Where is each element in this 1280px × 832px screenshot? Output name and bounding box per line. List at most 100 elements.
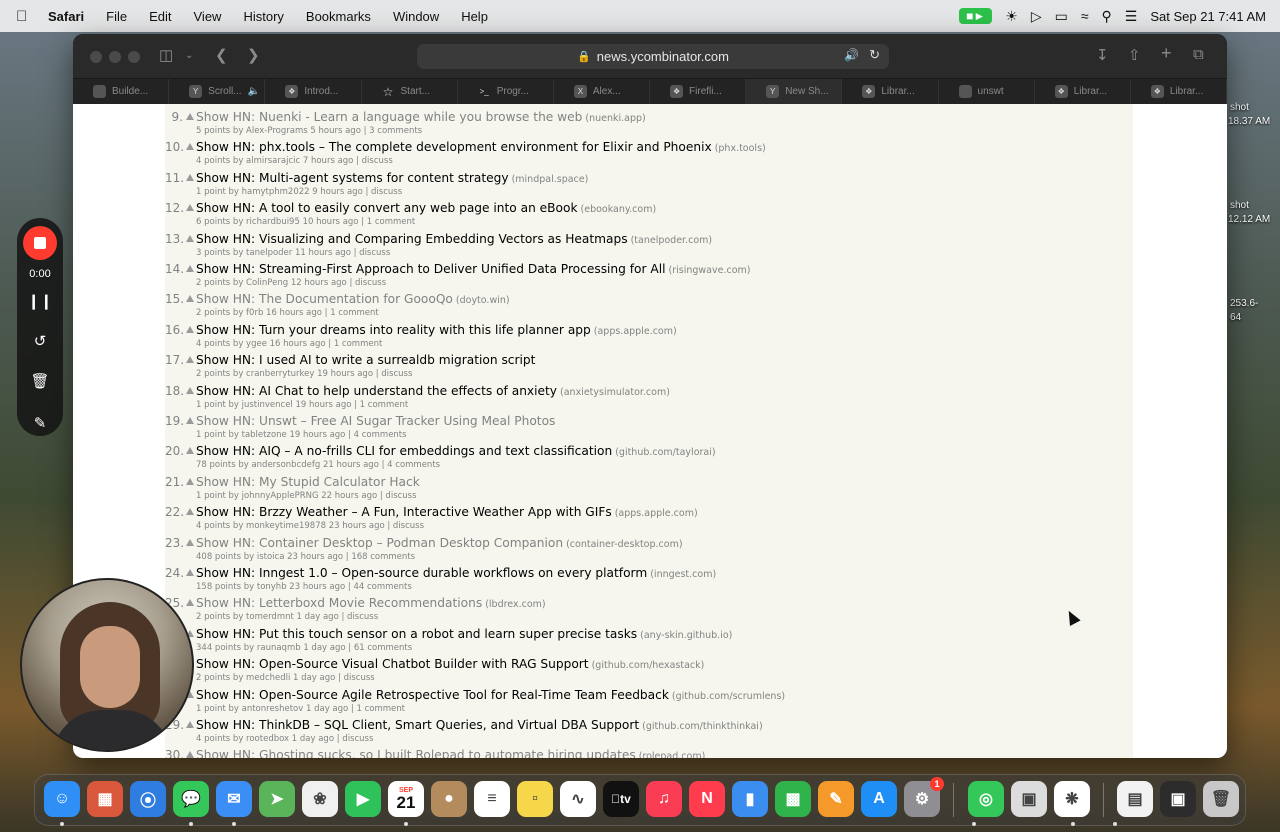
story-title-text[interactable]: Show HN: Visualizing and Comparing Embed… <box>196 232 628 246</box>
story-title-text[interactable]: Show HN: Turn your dreams into reality w… <box>196 323 591 337</box>
story-title[interactable]: Show HN: Visualizing and Comparing Embed… <box>196 232 712 246</box>
pen-icon[interactable]: ✎ <box>17 414 63 432</box>
pages-icon[interactable]: ✎ <box>818 781 854 817</box>
story-title[interactable]: Show HN: Container Desktop – Podman Desk… <box>196 536 683 550</box>
upvote-arrow-icon[interactable] <box>186 569 194 576</box>
news-icon[interactable]: N <box>689 781 725 817</box>
battery-icon[interactable]: ▭ <box>1055 8 1068 25</box>
wifi-icon[interactable]: ≈ <box>1081 8 1089 24</box>
upvote-arrow-icon[interactable] <box>186 173 194 181</box>
zoom-window-button[interactable] <box>128 51 140 63</box>
app-store-icon[interactable]: A <box>861 781 897 817</box>
browser-tab[interactable]: ☆ Start... <box>362 79 458 104</box>
story-subtext[interactable]: 4 points by rootedbox 1 day ago | discus… <box>196 734 373 744</box>
story-subtext[interactable]: 1 point by antonreshetov 1 day ago | 1 c… <box>196 704 405 714</box>
launchpad-icon[interactable]: ▦ <box>87 781 123 817</box>
story-title-text[interactable]: Show HN: Inngest 1.0 – Open-source durab… <box>196 566 647 580</box>
sidebar-icon[interactable]: ◫ <box>159 46 173 64</box>
upvote-arrow-icon[interactable] <box>186 356 194 364</box>
brightness-icon[interactable]: ☀ <box>1005 8 1018 25</box>
restart-icon[interactable]: ↺ <box>17 332 63 350</box>
story-title[interactable]: Show HN: AI Chat to help understand the … <box>196 384 670 398</box>
story-site[interactable]: (apps.apple.com) <box>615 508 698 519</box>
story-title-text[interactable]: Show HN: AI Chat to help understand the … <box>196 384 557 398</box>
story-title-text[interactable]: Show HN: Ghosting sucks, so I built Role… <box>196 748 636 758</box>
preview-icon[interactable]: ▣ <box>1011 781 1047 817</box>
browser-tab[interactable]: X Alex... <box>554 79 651 104</box>
story-title[interactable]: Show HN: A tool to easily convert any we… <box>196 201 656 215</box>
story-title-text[interactable]: Show HN: My Stupid Calculator Hack <box>196 475 420 489</box>
story-title[interactable]: Show HN: Letterboxd Movie Recommendation… <box>196 596 546 610</box>
story-title[interactable]: Show HN: Unswt – Free AI Sugar Tracker U… <box>196 414 555 428</box>
document-icon[interactable]: ▤ <box>1117 781 1153 817</box>
story-site[interactable]: (ebookany.com) <box>581 204 657 215</box>
safari-icon[interactable]: ⦿ <box>130 781 166 817</box>
facetime-icon[interactable]: ▶ <box>345 781 381 817</box>
photos-icon[interactable]: ❀ <box>302 781 338 817</box>
finder-icon[interactable]: ☺ <box>44 781 80 817</box>
story-title-text[interactable]: Show HN: Unswt – Free AI Sugar Tracker U… <box>196 414 555 428</box>
trash-icon[interactable]: 🗑 <box>17 372 63 390</box>
upvote-arrow-icon[interactable] <box>186 113 194 120</box>
stop-recording-button[interactable] <box>23 226 57 260</box>
share-icon[interactable]: ⇧ <box>1128 46 1141 64</box>
story-title-text[interactable]: Show HN: Letterboxd Movie Recommendation… <box>196 596 482 610</box>
upvote-arrow-icon[interactable] <box>186 417 194 424</box>
browser-tab[interactable]: ❖ Librar... <box>1035 79 1131 104</box>
story-subtext[interactable]: 2 points by ColinPeng 12 hours ago | dis… <box>196 278 386 288</box>
browser-tab[interactable]: Y Scroll... 🔈 <box>169 79 266 104</box>
upvote-arrow-icon[interactable] <box>186 295 194 303</box>
reload-icon[interactable]: ↻ <box>869 47 880 63</box>
camera-indicator-icon[interactable]: ■► <box>959 8 993 24</box>
perplexity-icon[interactable]: ❋ <box>1054 781 1090 817</box>
story-title[interactable]: Show HN: Put this touch sensor on a robo… <box>196 627 732 641</box>
story-subtext[interactable]: 2 points by f0rb 16 hours ago | 1 commen… <box>196 308 379 318</box>
story-title-text[interactable]: Show HN: The Documentation for GoooQo <box>196 292 453 306</box>
menu-history[interactable]: History <box>243 9 283 24</box>
story-title[interactable]: Show HN: ThinkDB – SQL Client, Smart Que… <box>196 718 763 732</box>
story-title-text[interactable]: Show HN: Brzzy Weather – A Fun, Interact… <box>196 505 612 519</box>
story-title[interactable]: Show HN: Ghosting sucks, so I built Role… <box>196 748 705 758</box>
find-my-icon[interactable]: ◎ <box>968 781 1004 817</box>
story-site[interactable]: (lbdrex.com) <box>485 599 545 610</box>
story-title-text[interactable]: Show HN: AIQ – A no-frills CLI for embed… <box>196 444 612 458</box>
trash-icon[interactable]: 🗑 <box>1203 781 1239 817</box>
notes-icon[interactable]: ▫ <box>517 781 553 817</box>
story-subtext[interactable]: 1 point by justinvencel 19 hours ago | 1… <box>196 400 408 410</box>
browser-tab[interactable]: unswt <box>939 79 1035 104</box>
story-site[interactable]: (apps.apple.com) <box>594 326 677 337</box>
pause-icon[interactable]: ❙❙ <box>17 292 63 310</box>
desktop-file-label[interactable]: 18.37 AM <box>1228 116 1270 127</box>
story-subtext[interactable]: 2 points by medchedli 1 day ago | discus… <box>196 673 375 683</box>
menu-edit[interactable]: Edit <box>149 9 171 24</box>
story-subtext[interactable]: 4 points by ygee 16 hours ago | 1 commen… <box>196 339 382 349</box>
story-title[interactable]: Show HN: Open-Source Visual Chatbot Buil… <box>196 657 704 671</box>
upvote-arrow-icon[interactable] <box>186 538 194 546</box>
chevron-down-icon[interactable]: ⌄ <box>185 50 193 61</box>
tab-overview-icon[interactable]: ⧉ <box>1193 46 1204 63</box>
story-title-text[interactable]: Show HN: Put this touch sensor on a robo… <box>196 627 637 641</box>
keynote-icon[interactable]: ▮ <box>732 781 768 817</box>
story-site[interactable]: (rolepad.com) <box>639 751 706 758</box>
speaker-icon[interactable]: 🔈 <box>248 86 260 97</box>
numbers-icon[interactable]: ▩ <box>775 781 811 817</box>
menu-help[interactable]: Help <box>461 9 488 24</box>
story-subtext[interactable]: 158 points by tonyhb 23 hours ago | 44 c… <box>196 582 412 592</box>
reminders-icon[interactable]: ≡ <box>474 781 510 817</box>
story-subtext[interactable]: 78 points by andersonbcdefg 21 hours ago… <box>196 460 440 470</box>
system-settings-icon[interactable]: ⚙ 1 <box>904 777 944 817</box>
story-title-text[interactable]: Show HN: Container Desktop – Podman Desk… <box>196 536 563 550</box>
menubar-clock[interactable]: Sat Sep 21 7:41 AM <box>1150 9 1266 24</box>
browser-tab[interactable]: ❖ Librar... <box>842 79 939 104</box>
story-site[interactable]: (github.com/hexastack) <box>592 660 705 671</box>
upvote-arrow-icon[interactable] <box>186 599 194 607</box>
upvote-arrow-icon[interactable] <box>186 204 194 212</box>
desktop-file-label[interactable]: 253.6- <box>1230 298 1258 309</box>
story-title-text[interactable]: Show HN: Open-Source Visual Chatbot Buil… <box>196 657 589 671</box>
story-site[interactable]: (phx.tools) <box>715 143 766 154</box>
story-title-text[interactable]: Show HN: I used AI to write a surrealdb … <box>196 353 535 367</box>
story-subtext[interactable]: 1 point by hamytphm2022 9 hours ago | di… <box>196 187 402 197</box>
story-site[interactable]: (tanelpoder.com) <box>631 235 713 246</box>
story-site[interactable]: (risingwave.com) <box>669 265 751 276</box>
freeform-icon[interactable]: ∿ <box>560 781 596 817</box>
